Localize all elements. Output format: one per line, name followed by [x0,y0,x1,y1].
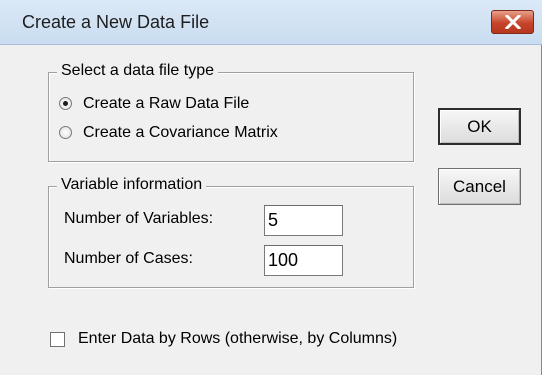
ok-button[interactable]: OK [438,108,521,145]
radio-label[interactable]: Create a Covariance Matrix [83,124,278,142]
cancel-button[interactable]: Cancel [438,168,521,205]
num-cases-label: Number of Cases: [64,250,193,267]
radio-label[interactable]: Create a Raw Data File [83,95,249,113]
title-bar: Create a New Data File [0,0,542,45]
new-data-file-dialog: Create a New Data File Select a data fil… [0,0,542,375]
variable-info-group: Variable information Number of Variables… [48,176,414,288]
num-variables-label: Number of Variables: [64,210,214,227]
num-cases-input[interactable]: 100 [264,245,343,276]
enter-by-rows-checkbox[interactable] [50,332,65,347]
radio-button[interactable] [59,126,72,139]
close-button[interactable] [491,10,534,34]
close-icon [505,15,521,29]
file-type-group-title: Select a data file type [57,62,218,80]
file-type-group: Select a data file type Create a Raw Dat… [48,62,414,162]
enter-by-rows-label[interactable]: Enter Data by Rows (otherwise, by Column… [78,330,397,348]
radio-button[interactable] [59,97,72,110]
window-title: Create a New Data File [22,12,210,32]
variable-info-group-title: Variable information [57,176,207,194]
num-variables-input[interactable]: 5 [264,205,343,236]
radio-selected-dot [63,101,68,106]
